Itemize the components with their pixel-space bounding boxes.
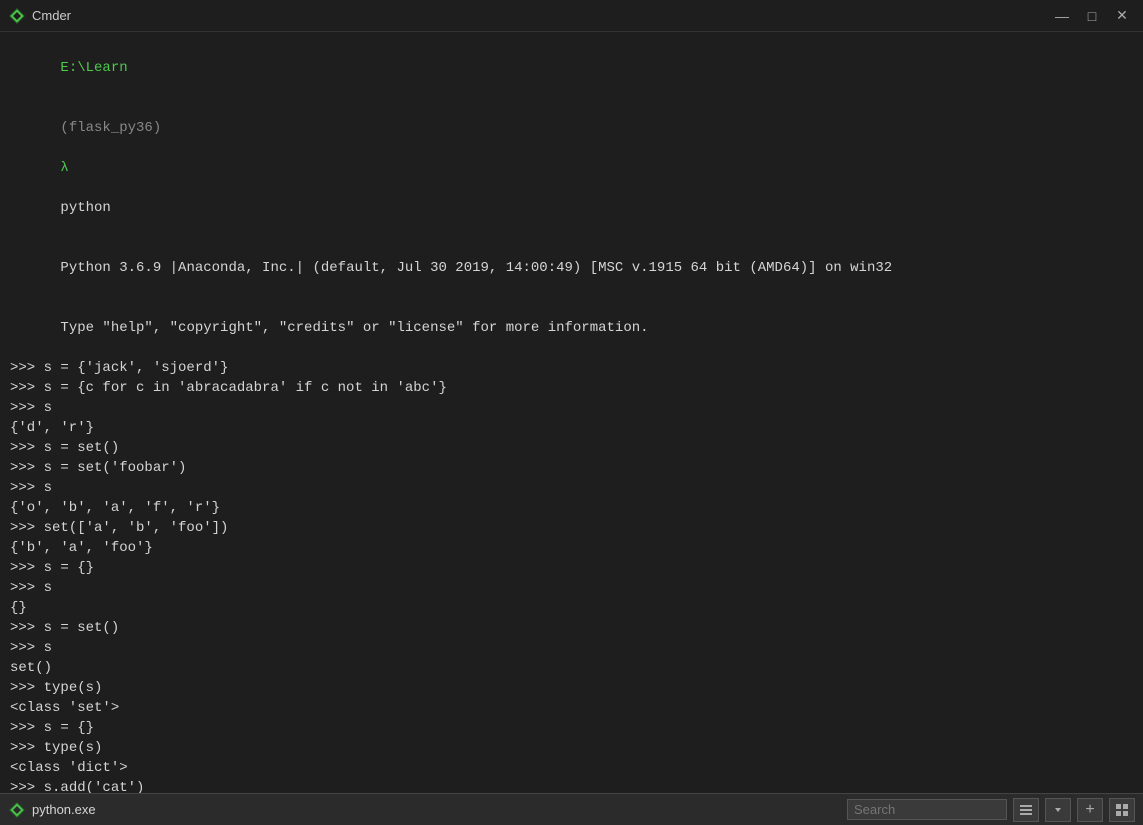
terminal-line: >>> s xyxy=(10,478,1133,498)
terminal-line: {'o', 'b', 'a', 'f', 'r'} xyxy=(10,498,1133,518)
version-text: Python 3.6.9 |Anaconda, Inc.| (default, … xyxy=(60,260,892,276)
terminal-line: >>> s = {c for c in 'abracadabra' if c n… xyxy=(10,378,1133,398)
app-icon xyxy=(8,7,26,25)
terminal-line: >>> s xyxy=(10,578,1133,598)
terminal-line: >>> s = {'jack', 'sjoerd'} xyxy=(10,358,1133,378)
terminal-line: >>> s = set() xyxy=(10,438,1133,458)
terminal-line: <class 'dict'> xyxy=(10,758,1133,778)
terminal-line: <class 'set'> xyxy=(10,698,1133,718)
maximize-button[interactable]: □ xyxy=(1079,5,1105,27)
search-input[interactable] xyxy=(847,799,1007,820)
path-text: E:\Learn xyxy=(60,60,127,76)
python-version-line: Python 3.6.9 |Anaconda, Inc.| (default, … xyxy=(10,238,1133,298)
terminal-line: set() xyxy=(10,658,1133,678)
plus-icon-btn[interactable]: + xyxy=(1077,798,1103,822)
minimize-button[interactable]: — xyxy=(1049,5,1075,27)
close-button[interactable]: ✕ xyxy=(1109,5,1135,27)
python-cmd: python xyxy=(60,200,110,216)
statusbar-icon xyxy=(8,801,26,819)
title-text: Cmder xyxy=(32,8,71,23)
titlebar: Cmder — □ ✕ xyxy=(0,0,1143,32)
titlebar-left: Cmder xyxy=(8,7,71,25)
python-prompt-line: (flask_py36) λ python xyxy=(10,98,1133,238)
terminal-line: >>> set(['a', 'b', 'foo']) xyxy=(10,518,1133,538)
settings-icon-btn[interactable] xyxy=(1013,798,1039,822)
status-title-text: python.exe xyxy=(32,802,434,817)
dropdown-icon-btn[interactable] xyxy=(1045,798,1071,822)
grid-icon-btn[interactable] xyxy=(1109,798,1135,822)
terminal-line: >>> type(s) xyxy=(10,738,1133,758)
terminal[interactable]: E:\Learn (flask_py36) λ python Python 3.… xyxy=(0,32,1143,793)
terminal-line: >>> s = set() xyxy=(10,618,1133,638)
lambda-symbol: λ xyxy=(60,160,68,176)
terminal-line: {} xyxy=(10,598,1133,618)
terminal-line: {'b', 'a', 'foo'} xyxy=(10,538,1133,558)
help-text: Type "help", "copyright", "credits" or "… xyxy=(60,320,648,336)
terminal-line: >>> s = set('foobar') xyxy=(10,458,1133,478)
env-text: (flask_py36) xyxy=(60,120,161,136)
terminal-line: >>> s.add('cat') xyxy=(10,778,1133,793)
titlebar-controls: — □ ✕ xyxy=(1049,5,1135,27)
python-help-line: Type "help", "copyright", "credits" or "… xyxy=(10,298,1133,358)
terminal-line: >>> s = {} xyxy=(10,718,1133,738)
terminal-line: >>> s xyxy=(10,398,1133,418)
path-line: E:\Learn xyxy=(10,38,1133,98)
statusbar: python.exe + xyxy=(0,793,1143,825)
terminal-line: >>> s xyxy=(10,638,1133,658)
lines-container: >>> s = {'jack', 'sjoerd'}>>> s = {c for… xyxy=(10,358,1133,793)
terminal-line: {'d', 'r'} xyxy=(10,418,1133,438)
terminal-line: >>> type(s) xyxy=(10,678,1133,698)
terminal-content: E:\Learn (flask_py36) λ python Python 3.… xyxy=(10,38,1133,358)
terminal-line: >>> s = {} xyxy=(10,558,1133,578)
